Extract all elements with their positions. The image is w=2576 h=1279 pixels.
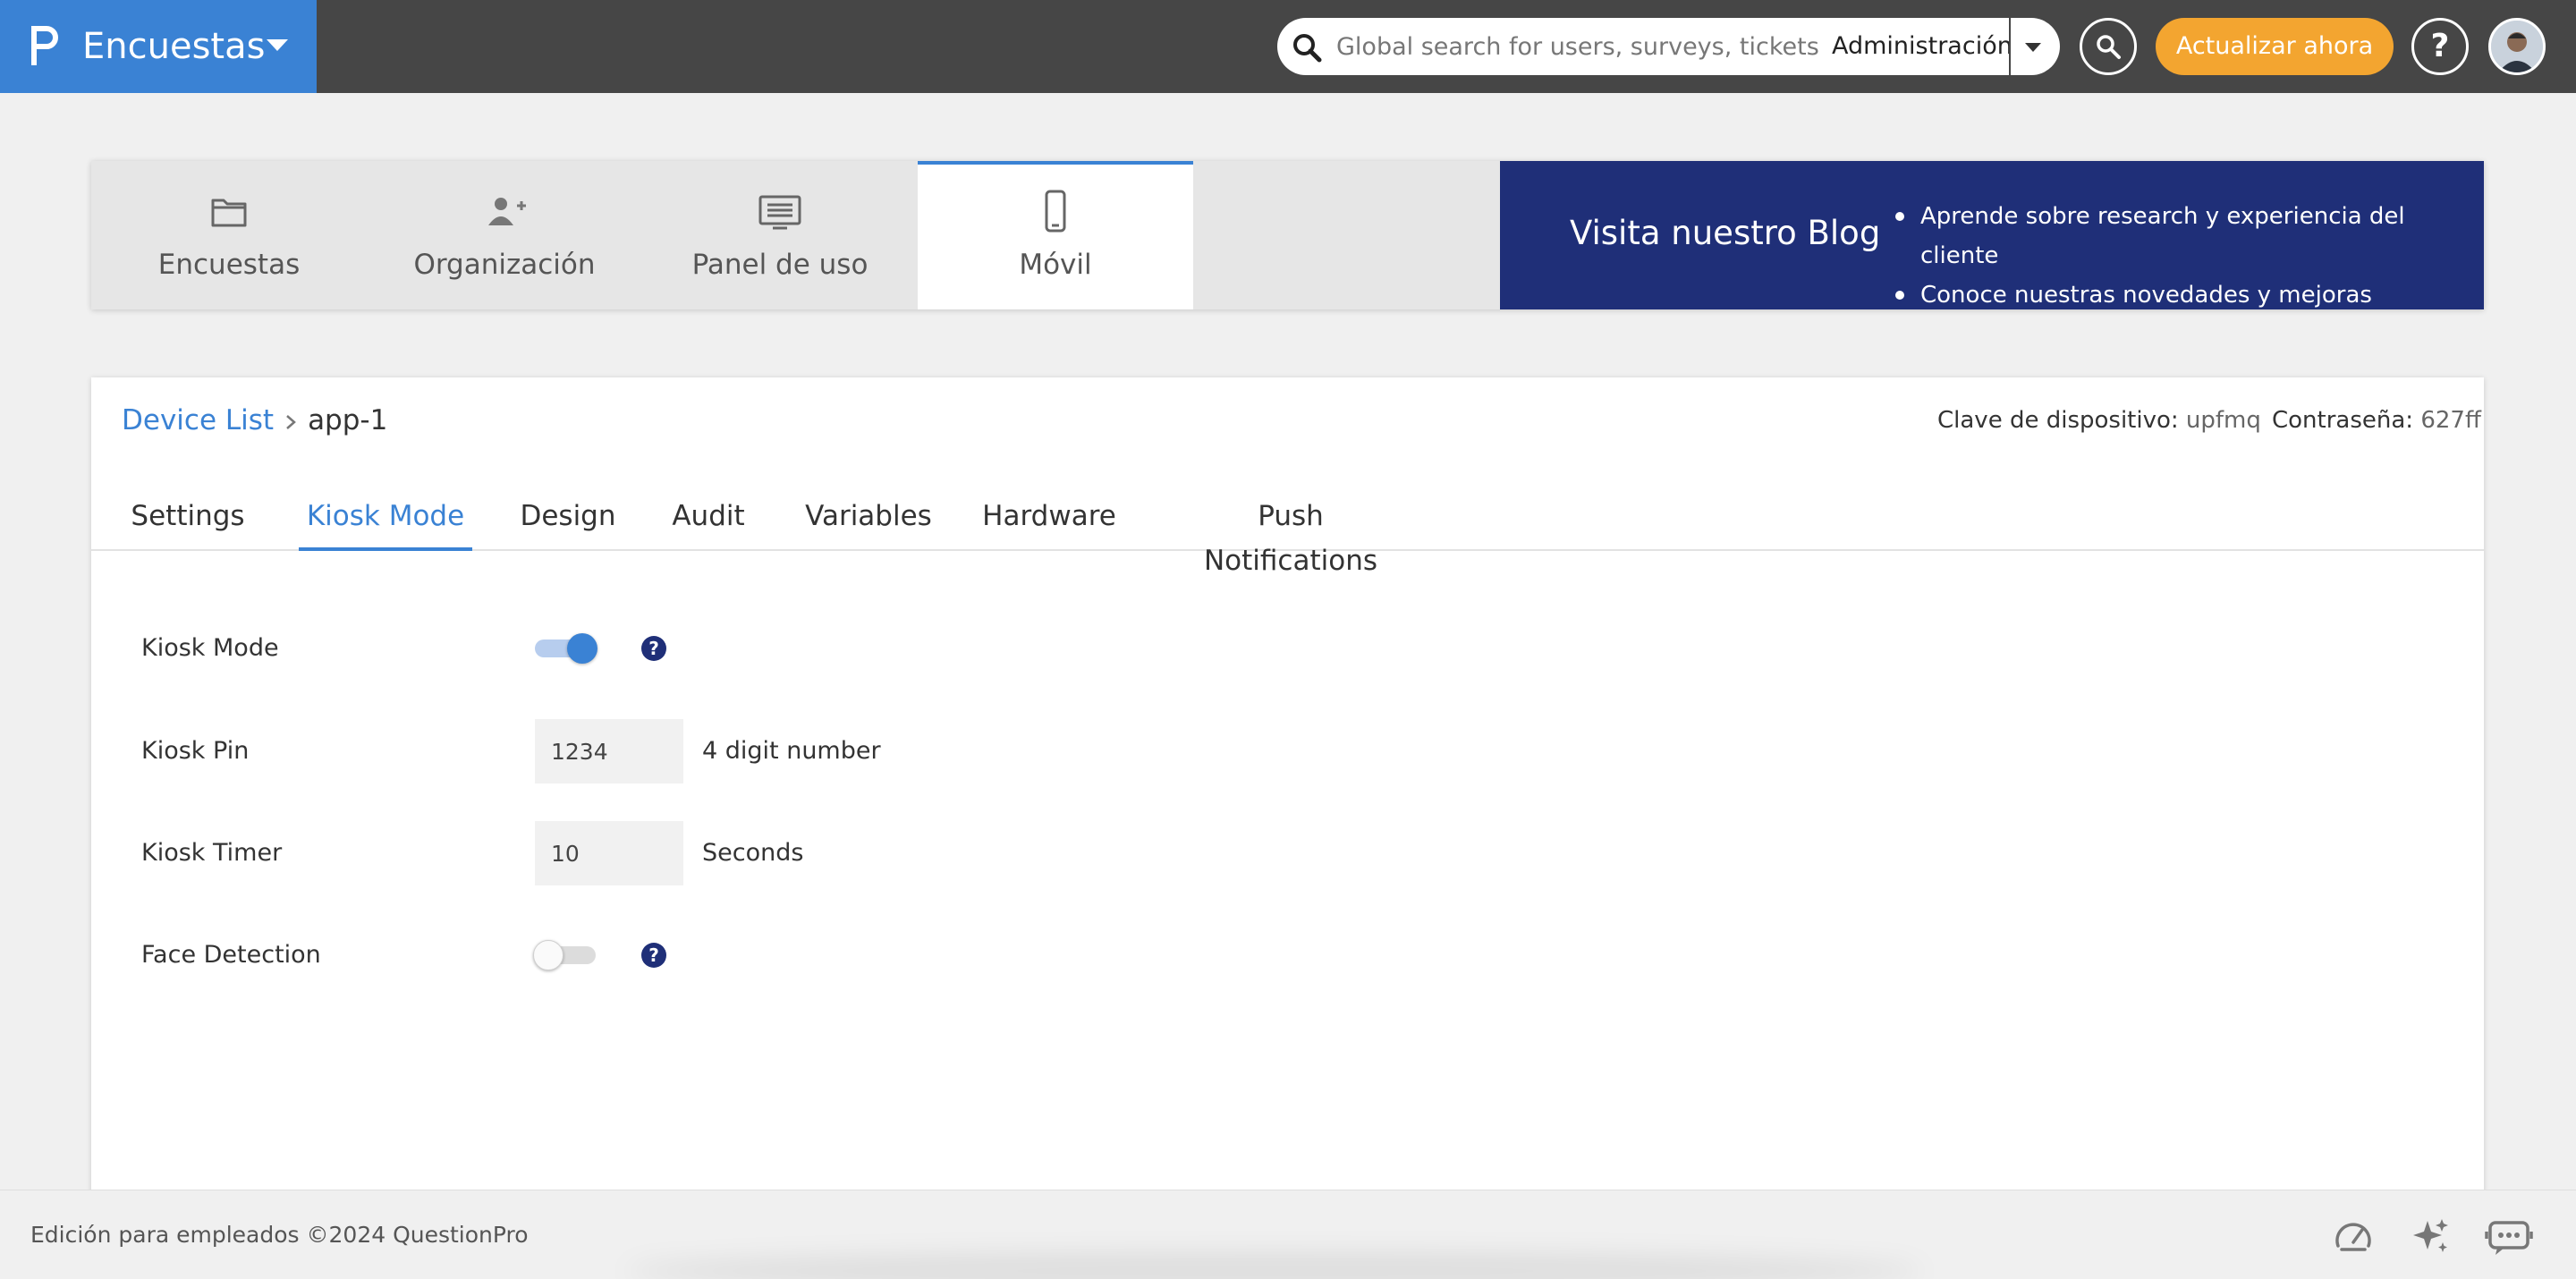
face-detection-toggle[interactable]	[533, 938, 597, 972]
search-icon	[1293, 34, 1322, 63]
speedometer-icon[interactable]	[2333, 1215, 2374, 1257]
kiosk-mode-toggle[interactable]	[533, 631, 597, 665]
nav-tab-label: Móvil	[1019, 249, 1092, 281]
user-add-icon	[488, 198, 526, 225]
global-search: Administración	[1277, 18, 2060, 75]
user-avatar-icon	[2491, 21, 2543, 72]
blog-bullet: Conoce nuestras novedades y mejoras	[1895, 275, 2484, 315]
face-detection-help-icon[interactable]: ?	[641, 943, 666, 968]
mobile-phone-icon	[1045, 190, 1066, 233]
nav-tab-panel-de-uso[interactable]: Panel de uso	[642, 161, 918, 309]
breadcrumb: Device List app-1	[122, 401, 387, 440]
device-key-value: upfmq	[2185, 407, 2261, 434]
kiosk-timer-input[interactable]	[535, 821, 683, 885]
nav-tab-organizacion[interactable]: Organización	[367, 161, 642, 309]
kiosk-mode-label: Kiosk Mode	[141, 634, 279, 662]
device-tabs: Settings Kiosk Mode Design Audit Variabl…	[91, 494, 2484, 577]
breadcrumb-current: app-1	[308, 404, 388, 436]
top-bar: Encuestas Administración Actualizar ahor…	[0, 0, 2576, 93]
nav-tab-label: Panel de uso	[691, 249, 869, 281]
kiosk-pin-hint: 4 digit number	[702, 737, 881, 765]
blog-bullet: Aprende sobre research y experiencia del…	[1895, 197, 2484, 275]
upgrade-now-button[interactable]: Actualizar ahora	[2156, 18, 2394, 75]
blog-bullets: Aprende sobre research y experiencia del…	[1895, 197, 2484, 315]
nav-tab-label: Encuestas	[157, 249, 301, 281]
device-card: Device List app-1 Clave de dispositivo: u…	[91, 377, 2484, 1200]
search-icon	[2097, 35, 2121, 59]
footer: Edición para empleados ©2024 QuestionPro	[0, 1190, 2576, 1279]
help-icon: ?	[2430, 28, 2450, 64]
kiosk-timer-hint: Seconds	[702, 839, 804, 867]
monitor-icon	[758, 195, 801, 230]
chat-bot-icon[interactable]	[2485, 1215, 2533, 1257]
tab-settings[interactable]: Settings	[131, 494, 245, 551]
tab-hardware[interactable]: Hardware	[982, 494, 1116, 551]
search-input[interactable]	[1336, 29, 1828, 64]
tab-kiosk-mode[interactable]: Kiosk Mode	[299, 494, 472, 551]
nav-tab-movil[interactable]: Móvil	[918, 161, 1193, 309]
help-button[interactable]: ?	[2411, 18, 2469, 75]
device-key: Clave de dispositivo: upfmq	[1937, 402, 2261, 438]
search-divider	[2009, 18, 2011, 75]
blog-banner[interactable]: Visita nuestro Blog Aprende sobre resear…	[1500, 161, 2484, 309]
caret-down-icon	[267, 39, 288, 51]
product-switcher[interactable]: Encuestas	[0, 0, 317, 93]
nav-tab-encuestas[interactable]: Encuestas	[91, 161, 367, 309]
product-title: Encuestas	[82, 26, 266, 67]
module-nav: Encuestas Organización Panel de uso Móvi…	[91, 161, 2484, 309]
toggle-knob	[567, 633, 597, 664]
scope-dropdown-caret-icon[interactable]	[2025, 43, 2041, 52]
blog-title: Visita nuestro Blog	[1570, 214, 1881, 252]
device-password: Contraseña: 627ff	[2272, 402, 2481, 438]
device-key-label: Clave de dispositivo:	[1937, 407, 2179, 434]
footer-copyright: Edición para empleados ©2024 QuestionPro	[30, 1222, 529, 1248]
tab-variables[interactable]: Variables	[801, 494, 936, 551]
kiosk-pin-input[interactable]	[535, 719, 683, 783]
footer-shadow	[626, 1253, 1923, 1279]
folder-icon	[211, 199, 247, 227]
avatar[interactable]	[2488, 18, 2546, 75]
toggle-knob	[533, 940, 564, 970]
search-button[interactable]	[2080, 18, 2137, 75]
tab-audit[interactable]: Audit	[664, 494, 753, 551]
kiosk-pin-label: Kiosk Pin	[141, 737, 250, 765]
breadcrumb-device-list-link[interactable]: Device List	[122, 404, 274, 436]
tab-design[interactable]: Design	[519, 494, 617, 551]
face-detection-label: Face Detection	[141, 941, 321, 969]
chevron-right-icon	[286, 414, 296, 429]
device-password-value: 627ff	[2420, 407, 2481, 434]
device-password-label: Contraseña:	[2272, 407, 2414, 434]
sparkles-icon[interactable]	[2410, 1215, 2451, 1257]
kiosk-timer-label: Kiosk Timer	[141, 839, 283, 867]
nav-tab-label: Organización	[413, 249, 596, 281]
questionpro-logo-icon	[31, 26, 58, 65]
tab-push-notifications[interactable]: Push Notifications	[1170, 494, 1411, 577]
kiosk-mode-help-icon[interactable]: ?	[641, 636, 666, 661]
